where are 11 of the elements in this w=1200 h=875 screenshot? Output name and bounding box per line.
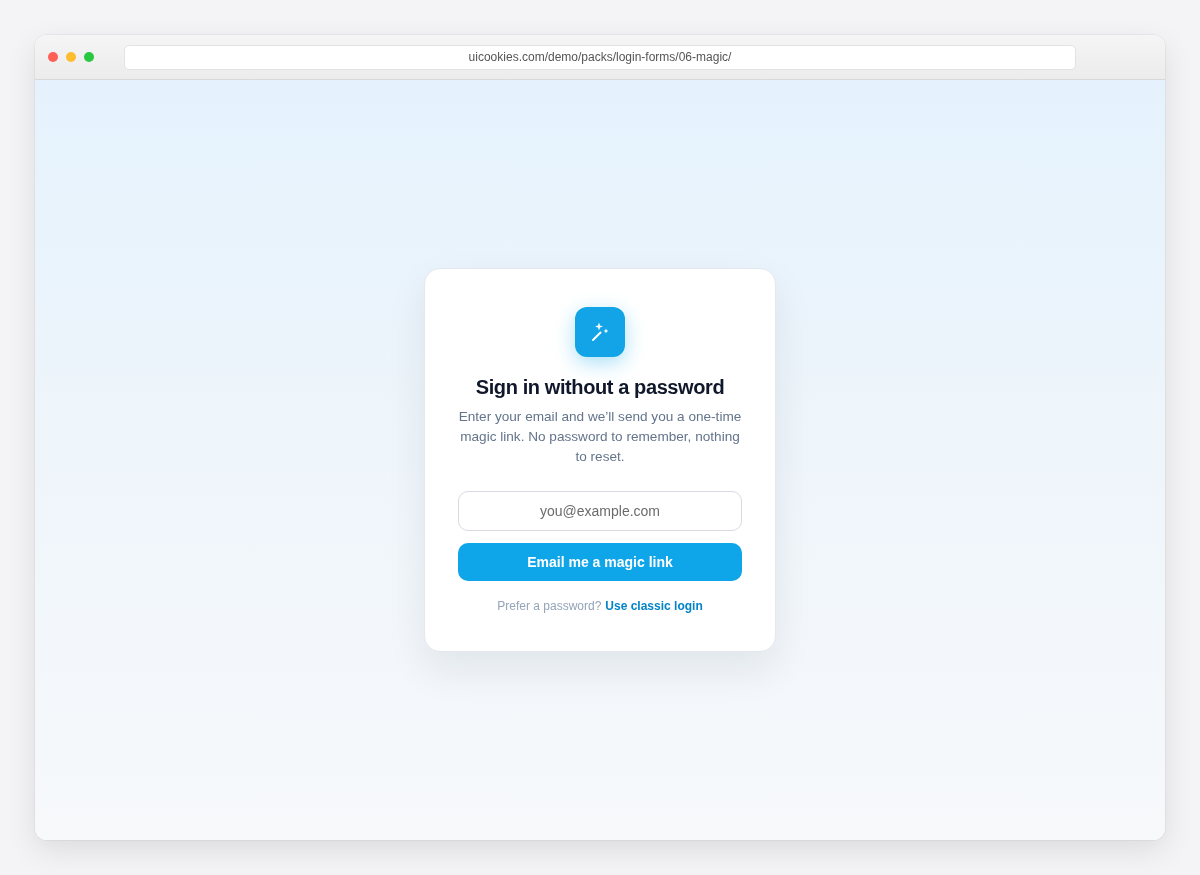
minimize-window-icon[interactable]	[66, 52, 76, 62]
close-window-icon[interactable]	[48, 52, 58, 62]
email-magic-link-button[interactable]: Email me a magic link	[458, 543, 742, 581]
maximize-window-icon[interactable]	[84, 52, 94, 62]
password-prompt-text: Prefer a password?	[497, 598, 602, 614]
magic-wand-icon	[575, 307, 625, 357]
classic-login-link[interactable]: Use classic login	[605, 598, 703, 614]
card-description: Enter your email and we’ll send you a one-time magic link. No password to remember, nothing to reset.	[458, 408, 742, 466]
card-title: Sign in without a password	[474, 375, 726, 400]
address-bar[interactable]: uicookies.com/demo/packs/login-forms/06-magic/	[124, 44, 1076, 70]
email-input-field[interactable]: you@example.com	[458, 491, 742, 531]
